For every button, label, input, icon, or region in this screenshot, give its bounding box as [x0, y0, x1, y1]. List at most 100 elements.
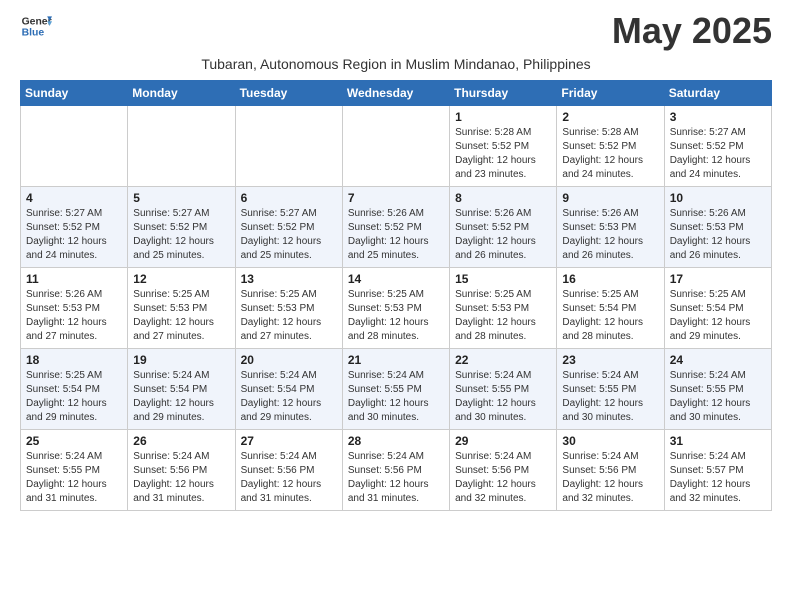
month-title: May 2025 — [612, 10, 772, 52]
day-number: 11 — [26, 272, 122, 286]
col-wednesday: Wednesday — [342, 81, 449, 106]
table-row: 7Sunrise: 5:26 AMSunset: 5:52 PMDaylight… — [342, 187, 449, 268]
table-row: 31Sunrise: 5:24 AMSunset: 5:57 PMDayligh… — [664, 430, 771, 511]
day-number: 8 — [455, 191, 551, 205]
day-info: Sunrise: 5:24 AMSunset: 5:55 PMDaylight:… — [455, 369, 551, 425]
day-number: 27 — [241, 434, 337, 448]
day-info: Sunrise: 5:27 AMSunset: 5:52 PMDaylight:… — [670, 126, 766, 182]
table-row: 20Sunrise: 5:24 AMSunset: 5:54 PMDayligh… — [235, 349, 342, 430]
logo: General Blue — [20, 10, 52, 42]
day-number: 9 — [562, 191, 658, 205]
table-row: 9 Sunrise: 5:26 AMSunset: 5:53 PMDaylight… — [557, 187, 664, 268]
day-number: 28 — [348, 434, 444, 448]
table-row: 3 Sunrise: 5:27 AMSunset: 5:52 PMDaylight… — [664, 106, 771, 187]
day-info: Sunrise: 5:28 AMSunset: 5:52 PMDaylight:… — [562, 126, 658, 182]
day-info: Sunrise: 5:25 AMSunset: 5:54 PMDaylight:… — [26, 369, 122, 425]
table-row: 19Sunrise: 5:24 AMSunset: 5:54 PMDayligh… — [128, 349, 235, 430]
day-info: Sunrise: 5:24 AMSunset: 5:55 PMDaylight:… — [26, 450, 122, 506]
day-info: Sunrise: 5:26 AMSunset: 5:53 PMDaylight:… — [562, 207, 658, 263]
table-row: 5 Sunrise: 5:27 AMSunset: 5:52 PMDaylight… — [128, 187, 235, 268]
day-number: 18 — [26, 353, 122, 367]
day-info: Sunrise: 5:26 AMSunset: 5:52 PMDaylight:… — [455, 207, 551, 263]
day-number: 22 — [455, 353, 551, 367]
table-row: 24 Sunrise: 5:24 AMSunset: 5:55 PMDayligh… — [664, 349, 771, 430]
day-number: 30 — [562, 434, 658, 448]
table-row: 16 Sunrise: 5:25 AMSunset: 5:54 PMDayligh… — [557, 268, 664, 349]
table-row: 6 Sunrise: 5:27 AMSunset: 5:52 PMDaylight… — [235, 187, 342, 268]
table-row — [235, 106, 342, 187]
day-number: 2 — [562, 110, 658, 124]
day-number: 25 — [26, 434, 122, 448]
day-number: 1 — [455, 110, 551, 124]
col-friday: Friday — [557, 81, 664, 106]
table-row: 8 Sunrise: 5:26 AMSunset: 5:52 PMDaylight… — [450, 187, 557, 268]
svg-text:Blue: Blue — [22, 28, 45, 39]
day-number: 10 — [670, 191, 766, 205]
day-number: 4 — [26, 191, 122, 205]
day-number: 29 — [455, 434, 551, 448]
day-info: Sunrise: 5:26 AMSunset: 5:53 PMDaylight:… — [670, 207, 766, 263]
calendar-row: 25 Sunrise: 5:24 AMSunset: 5:55 PMDayligh… — [21, 430, 772, 511]
col-saturday: Saturday — [664, 81, 771, 106]
day-info: Sunrise: 5:25 AMSunset: 5:54 PMDaylight:… — [562, 288, 658, 344]
table-row — [128, 106, 235, 187]
table-row: 26 Sunrise: 5:24 AMSunset: 5:56 PMDayligh… — [128, 430, 235, 511]
table-row: 27 Sunrise: 5:24 AMSunset: 5:56 PMDayligh… — [235, 430, 342, 511]
day-info: Sunrise: 5:27 AMSunset: 5:52 PMDaylight:… — [26, 207, 122, 263]
day-info: Sunrise: 5:25 AMSunset: 5:53 PMDaylight:… — [348, 288, 444, 344]
day-number: 7 — [348, 191, 444, 205]
col-tuesday: Tuesday — [235, 81, 342, 106]
logo-icon: General Blue — [20, 10, 52, 42]
table-row: 15 Sunrise: 5:25 AMSunset: 5:53 PMDayligh… — [450, 268, 557, 349]
table-row: 13 Sunrise: 5:25 AMSunset: 5:53 PMDayligh… — [235, 268, 342, 349]
table-row: 30 Sunrise: 5:24 AMSunset: 5:56 PMDayligh… — [557, 430, 664, 511]
table-row: 11 Sunrise: 5:26 AMSunset: 5:53 PMDayligh… — [21, 268, 128, 349]
col-monday: Monday — [128, 81, 235, 106]
table-row: 2 Sunrise: 5:28 AMSunset: 5:52 PMDaylight… — [557, 106, 664, 187]
day-info: Sunrise: 5:24 AMSunset: 5:56 PMDaylight:… — [133, 450, 229, 506]
day-info: Sunrise: 5:24 AMSunset: 5:54 PMDaylight:… — [133, 369, 229, 425]
day-info: Sunrise: 5:28 AMSunset: 5:52 PMDaylight:… — [455, 126, 551, 182]
calendar-header-row: Sunday Monday Tuesday Wednesday Thursday… — [21, 81, 772, 106]
day-info: Sunrise: 5:24 AMSunset: 5:54 PMDaylight:… — [241, 369, 337, 425]
calendar-table: Sunday Monday Tuesday Wednesday Thursday… — [20, 80, 772, 511]
day-number: 5 — [133, 191, 229, 205]
day-info: Sunrise: 5:24 AMSunset: 5:56 PMDaylight:… — [562, 450, 658, 506]
day-info: Sunrise: 5:24 AMSunset: 5:56 PMDaylight:… — [241, 450, 337, 506]
day-info: Sunrise: 5:24 AMSunset: 5:55 PMDaylight:… — [670, 369, 766, 425]
day-number: 21 — [348, 353, 444, 367]
day-number: 24 — [670, 353, 766, 367]
day-info: Sunrise: 5:27 AMSunset: 5:52 PMDaylight:… — [133, 207, 229, 263]
day-number: 13 — [241, 272, 337, 286]
day-info: Sunrise: 5:24 AMSunset: 5:55 PMDaylight:… — [348, 369, 444, 425]
day-number: 26 — [133, 434, 229, 448]
table-row: 23 Sunrise: 5:24 AMSunset: 5:55 PMDayligh… — [557, 349, 664, 430]
day-number: 17 — [670, 272, 766, 286]
svg-text:General: General — [22, 16, 52, 27]
day-number: 31 — [670, 434, 766, 448]
day-info: Sunrise: 5:24 AMSunset: 5:56 PMDaylight:… — [348, 450, 444, 506]
day-number: 3 — [670, 110, 766, 124]
table-row: 10 Sunrise: 5:26 AMSunset: 5:53 PMDayligh… — [664, 187, 771, 268]
table-row — [342, 106, 449, 187]
day-info: Sunrise: 5:27 AMSunset: 5:52 PMDaylight:… — [241, 207, 337, 263]
day-number: 16 — [562, 272, 658, 286]
day-number: 14 — [348, 272, 444, 286]
table-row: 28 Sunrise: 5:24 AMSunset: 5:56 PMDayligh… — [342, 430, 449, 511]
table-row: 18 Sunrise: 5:25 AMSunset: 5:54 PMDayligh… — [21, 349, 128, 430]
day-info: Sunrise: 5:26 AMSunset: 5:53 PMDaylight:… — [26, 288, 122, 344]
day-number: 12 — [133, 272, 229, 286]
day-number: 6 — [241, 191, 337, 205]
day-info: Sunrise: 5:25 AMSunset: 5:53 PMDaylight:… — [241, 288, 337, 344]
calendar-row: 1 Sunrise: 5:28 AMSunset: 5:52 PMDaylight… — [21, 106, 772, 187]
day-number: 15 — [455, 272, 551, 286]
table-row: 12Sunrise: 5:25 AMSunset: 5:53 PMDayligh… — [128, 268, 235, 349]
col-sunday: Sunday — [21, 81, 128, 106]
calendar-row: 18 Sunrise: 5:25 AMSunset: 5:54 PMDayligh… — [21, 349, 772, 430]
calendar-row: 4 Sunrise: 5:27 AMSunset: 5:52 PMDaylight… — [21, 187, 772, 268]
day-info: Sunrise: 5:25 AMSunset: 5:53 PMDaylight:… — [455, 288, 551, 344]
table-row: 25 Sunrise: 5:24 AMSunset: 5:55 PMDayligh… — [21, 430, 128, 511]
day-number: 23 — [562, 353, 658, 367]
day-info: Sunrise: 5:24 AMSunset: 5:55 PMDaylight:… — [562, 369, 658, 425]
day-info: Sunrise: 5:25 AMSunset: 5:54 PMDaylight:… — [670, 288, 766, 344]
